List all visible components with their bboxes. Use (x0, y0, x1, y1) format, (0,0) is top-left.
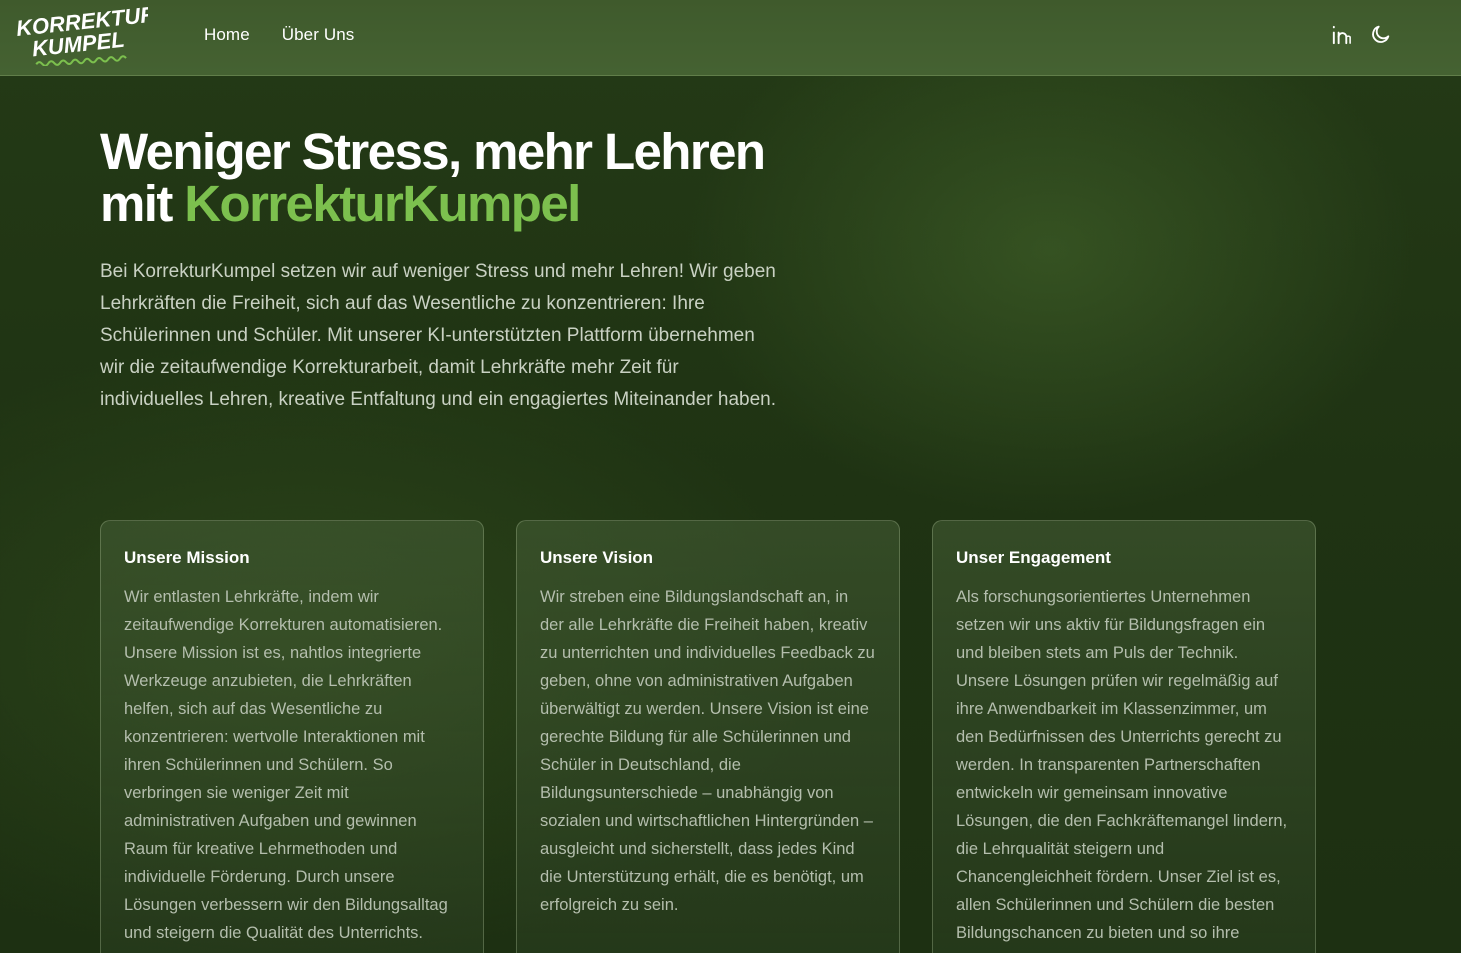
logo[interactable]: KORREKTUR KUMPEL (14, 4, 148, 66)
card-title: Unsere Mission (124, 548, 250, 567)
hero-title-prefix: mit (100, 175, 185, 232)
site-header: KORREKTUR KUMPEL Home Über Uns (0, 0, 1461, 76)
moon-icon[interactable] (1369, 22, 1393, 46)
hero-title-brand: KorrekturKumpel (184, 175, 581, 232)
hero-title: Weniger Stress, mehr Lehren mit Korrektu… (100, 126, 790, 230)
linkedin-icon[interactable] (1329, 22, 1353, 46)
logo-wordmark: KORREKTUR KUMPEL (15, 4, 148, 66)
header-actions (1329, 22, 1393, 46)
card-title: Unsere Vision (540, 548, 654, 567)
nav-ueber-uns[interactable]: Über Uns (282, 25, 355, 45)
card-text: Als forschungsorientiertes Unternehmen s… (956, 588, 1288, 953)
card-title: Unser Engagement (956, 548, 1111, 567)
card-vision: Unsere Vision Wir streben eine Bildungsl… (516, 520, 900, 953)
hero-section: Weniger Stress, mehr Lehren mit Korrektu… (100, 126, 790, 416)
card-mission: Unsere Mission Wir entlasten Lehrkräfte,… (100, 520, 484, 953)
nav-home[interactable]: Home (204, 25, 250, 45)
main-nav: Home Über Uns (204, 0, 354, 70)
info-cards: Unsere Mission Wir entlasten Lehrkräfte,… (100, 520, 1316, 953)
card-engagement: Unser Engagement Als forschungsorientier… (932, 520, 1316, 953)
card-text: Wir streben eine Bildungslandschaft an, … (540, 588, 875, 914)
card-text: Wir entlasten Lehrkräfte, indem wir zeit… (124, 588, 448, 942)
hero-description: Bei KorrekturKumpel setzen wir auf wenig… (100, 261, 777, 410)
hero-title-line1: Weniger Stress, mehr Lehren (100, 123, 766, 180)
